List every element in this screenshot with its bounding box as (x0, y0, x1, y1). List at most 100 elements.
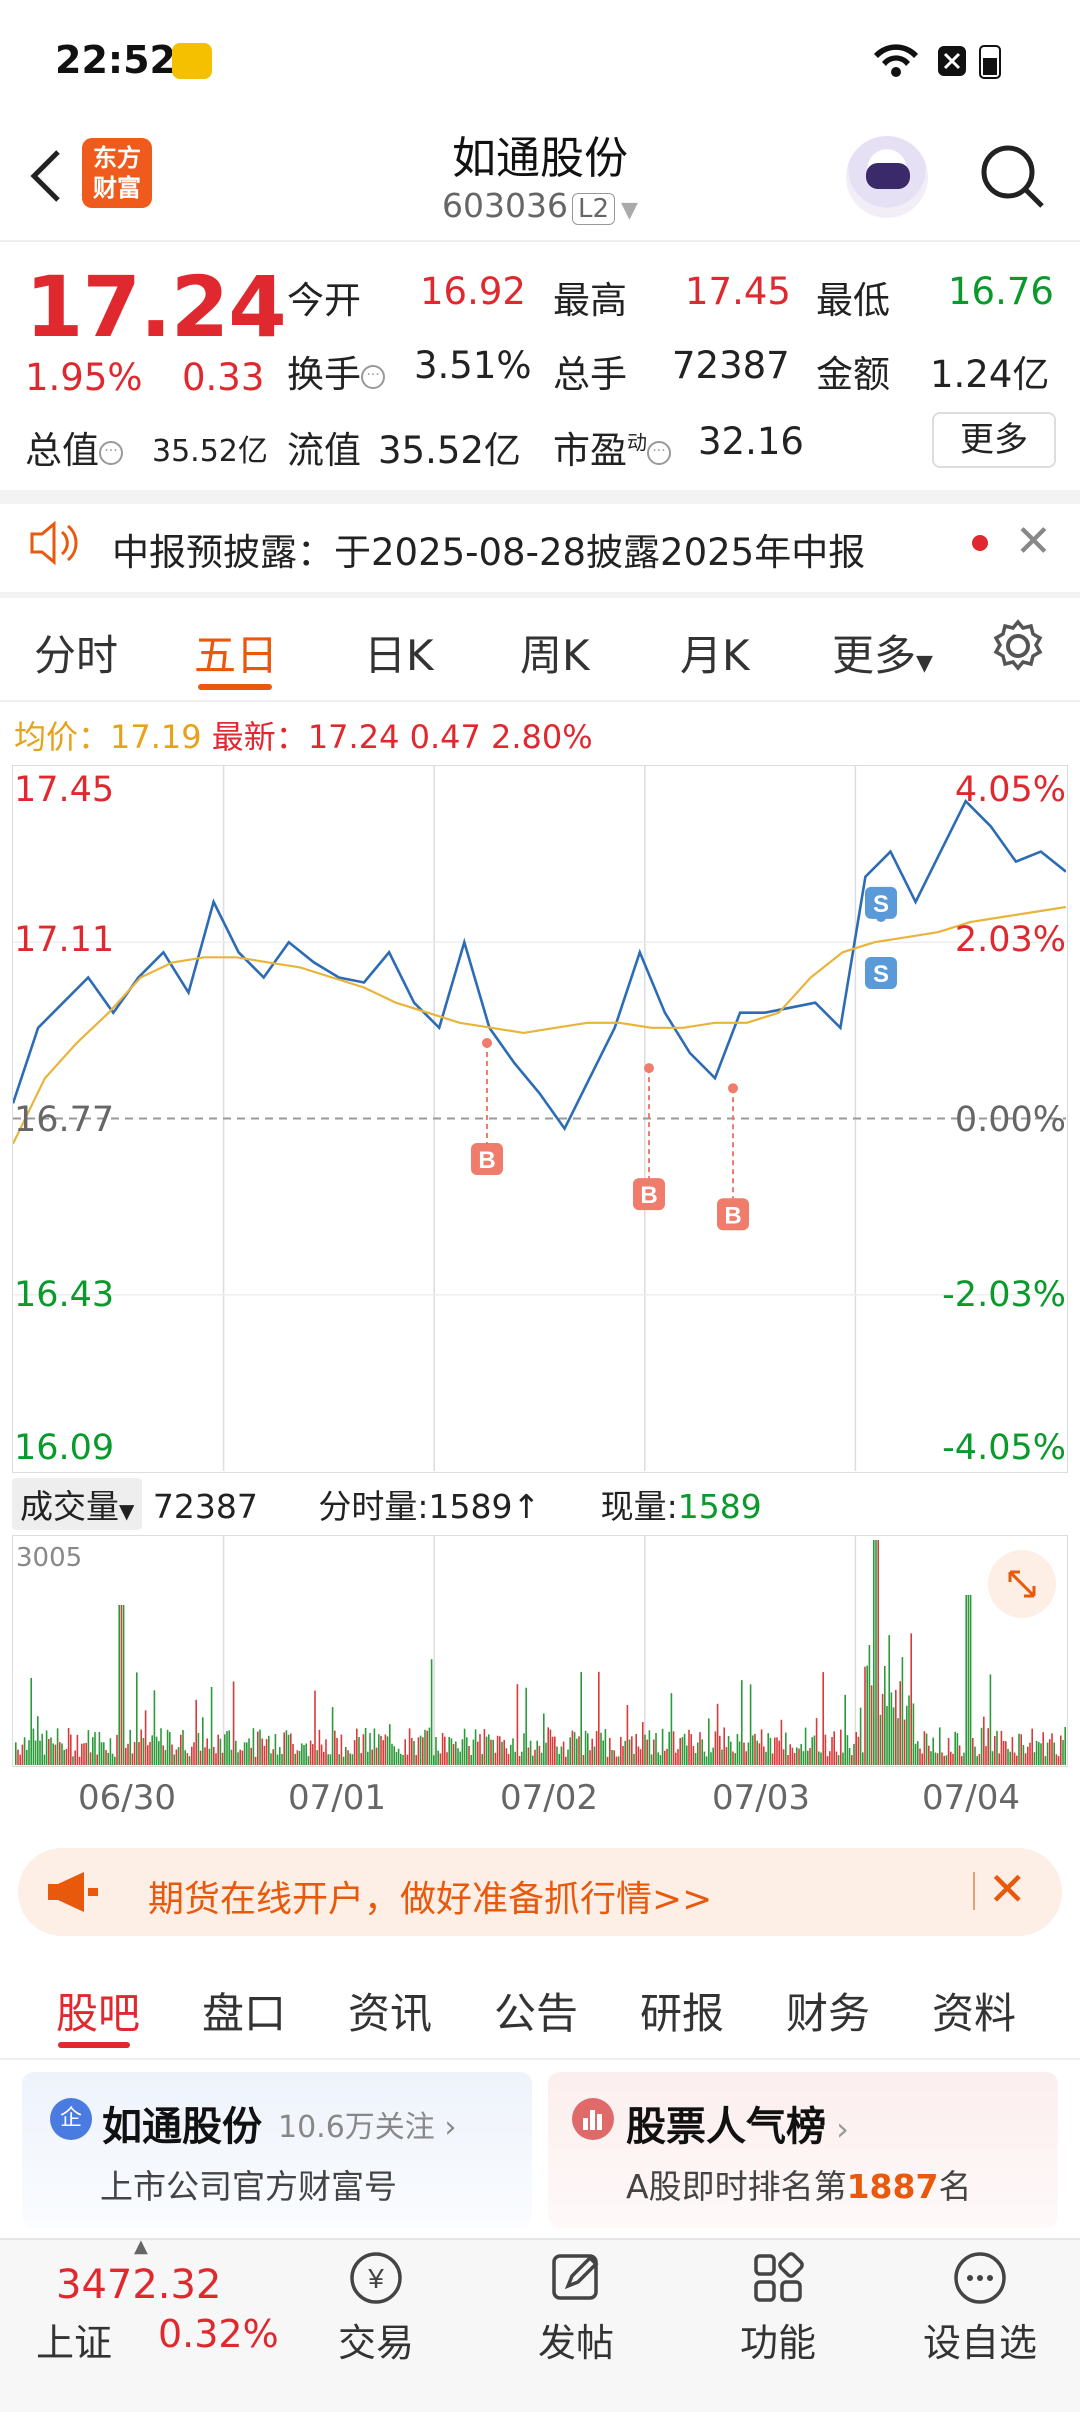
volume-bar (230, 1749, 233, 1765)
nav-functions[interactable]: 功能 (698, 2248, 858, 2367)
ranking-icon (572, 2098, 614, 2140)
volume-bar (628, 1739, 631, 1765)
volume-bar (100, 1742, 103, 1765)
volume-bar (908, 1695, 910, 1765)
notice-text[interactable]: 中报预披露：于2025-08-28披露2025年中报 (112, 522, 865, 576)
volume-dropdown[interactable]: 成交量▼ (12, 1478, 143, 1530)
volume-bar (950, 1751, 952, 1765)
notification-icon (172, 43, 212, 79)
volume-bar (224, 1734, 226, 1765)
volume-bar (1038, 1742, 1040, 1765)
tab-research[interactable]: 研报 (640, 1980, 724, 2041)
volume-bar (252, 1728, 255, 1765)
volume-bar (248, 1738, 250, 1765)
more-button[interactable]: 更多 (932, 412, 1056, 468)
tab-announcements[interactable]: 公告 (494, 1980, 578, 2041)
volume-bar (562, 1741, 565, 1765)
open-value: 16.92 (420, 270, 526, 313)
volume-bar (587, 1733, 589, 1765)
tab-daily-k[interactable]: 日K (364, 622, 434, 683)
volume-bar (459, 1751, 461, 1765)
volume-bar (507, 1754, 510, 1765)
volume-bar (758, 1743, 761, 1765)
divider (0, 592, 1080, 598)
volume-bar (1029, 1742, 1031, 1765)
volume-bar (263, 1745, 266, 1765)
tab-profile[interactable]: 资料 (932, 1980, 1016, 2041)
volume-bar (633, 1753, 635, 1765)
volume-bar (283, 1732, 285, 1765)
volume-bar (111, 1753, 114, 1765)
expand-button[interactable] (988, 1550, 1056, 1618)
volume-bar (402, 1754, 404, 1765)
tab-orderbook[interactable]: 盘口 (202, 1980, 286, 2041)
volume-bar (180, 1734, 182, 1765)
volume-bar (1033, 1752, 1036, 1765)
avg-label: 均价： (14, 718, 111, 756)
nav-post[interactable]: 发帖 (496, 2248, 656, 2367)
volume-bar (166, 1729, 169, 1765)
volume-bar (199, 1750, 202, 1765)
volume-bar (122, 1605, 125, 1765)
volume-bar (452, 1744, 455, 1765)
index-name[interactable]: 上证 (36, 2312, 112, 2367)
volume-bar (232, 1681, 235, 1765)
settings-button[interactable] (990, 618, 1046, 674)
divider (0, 700, 1080, 702)
close-icon[interactable]: ✕ (988, 1862, 1027, 1916)
volume-bar (802, 1751, 805, 1765)
volume-bar (558, 1753, 560, 1765)
tab-five-day[interactable]: 五日 (194, 622, 278, 683)
volume-bar (334, 1730, 336, 1765)
volume-bar (595, 1731, 598, 1765)
volume-total: 72387 (152, 1487, 258, 1526)
index-pct[interactable]: 0.32% (158, 2312, 279, 2356)
volume-bar (395, 1752, 398, 1765)
volume-bar (932, 1737, 934, 1765)
ad-text[interactable]: 期货在线开户，做好准备抓行情>> (148, 1870, 712, 1922)
close-icon[interactable]: ✕ (1015, 516, 1052, 567)
volume-bar (345, 1747, 347, 1765)
volume-bar (138, 1742, 140, 1765)
price-chart[interactable]: B B B S S (11, 765, 1068, 1473)
info-icon[interactable]: ··· (647, 440, 671, 465)
nav-add-watchlist[interactable]: 设自选 (900, 2248, 1060, 2367)
volume-bar (147, 1745, 149, 1765)
volume-bar (296, 1750, 299, 1765)
volume-bar (237, 1752, 239, 1765)
volume-bar (648, 1730, 651, 1765)
tab-forum[interactable]: 股吧 (56, 1980, 140, 2041)
volume-bar (162, 1745, 164, 1765)
volume-bar (708, 1718, 710, 1765)
search-button[interactable] (976, 140, 1048, 212)
volume-bar (928, 1745, 930, 1765)
info-icon[interactable]: ··· (361, 364, 385, 389)
y-tick-left: 16.09 (14, 1428, 115, 1468)
volume-bar (503, 1740, 505, 1765)
tab-weekly-k[interactable]: 周K (520, 622, 590, 683)
volume-bar (103, 1742, 105, 1765)
info-icon[interactable]: ··· (99, 440, 123, 465)
volume-bar (107, 1752, 109, 1765)
volume-bar (1002, 1741, 1005, 1765)
volume-chart[interactable] (12, 1535, 1068, 1767)
tab-news[interactable]: 资讯 (348, 1980, 432, 2041)
gear-icon (993, 619, 1043, 671)
tab-finance[interactable]: 财务 (786, 1980, 870, 2041)
volume-bar (978, 1754, 981, 1765)
x-tick: 07/03 (712, 1778, 810, 1818)
volume-bar (243, 1742, 246, 1765)
index-value[interactable]: 3472.32 (56, 2262, 221, 2308)
tab-more[interactable]: 更多▼ (832, 622, 933, 683)
nav-trade[interactable]: ¥ 交易 (296, 2248, 456, 2367)
volume-bar (26, 1749, 28, 1765)
volume-bar (719, 1735, 721, 1765)
volume-bar (67, 1727, 70, 1765)
volume-bar (1044, 1756, 1047, 1765)
volume-bar (1046, 1742, 1049, 1765)
volume-bar (655, 1732, 657, 1765)
tab-monthly-k[interactable]: 月K (680, 622, 750, 683)
volume-bar (1035, 1740, 1038, 1765)
volume-bar (50, 1737, 52, 1765)
tab-intraday[interactable]: 分时 (34, 622, 118, 683)
